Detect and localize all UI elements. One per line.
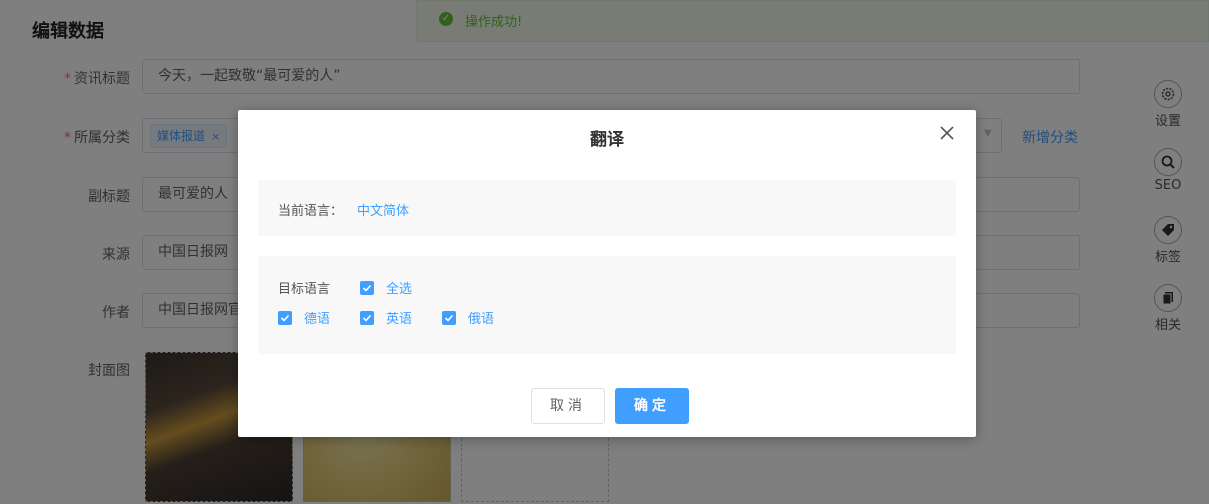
checkbox-label: 全选: [386, 282, 413, 297]
translate-dialog: 翻译 当前语言： 中文简体 目标语言 全选 德语 英语 俄语 取消 确定: [238, 110, 976, 437]
select-all-checkbox[interactable]: 全选: [360, 278, 412, 297]
target-language-panel: 目标语言 全选 德语 英语 俄语: [258, 256, 956, 354]
current-language-value: 中文简体: [357, 204, 410, 219]
checkbox-label: 德语: [304, 312, 331, 327]
checkbox-label: 英语: [386, 312, 413, 327]
checkbox-label: 俄语: [468, 312, 495, 327]
current-language-panel: 当前语言： 中文简体: [258, 180, 956, 236]
checkbox-checked-icon: [360, 310, 374, 325]
checkbox-checked-icon: [278, 310, 292, 325]
checkbox-checked-icon: [360, 280, 374, 295]
close-icon[interactable]: [938, 124, 956, 142]
language-checkbox-russian[interactable]: 俄语: [442, 308, 494, 327]
current-language-label: 当前语言：: [278, 204, 344, 219]
language-checkbox-german[interactable]: 德语: [278, 308, 330, 327]
cancel-button[interactable]: 取消: [531, 388, 605, 424]
language-checkbox-english[interactable]: 英语: [360, 308, 412, 327]
target-language-label: 目标语言: [278, 282, 331, 297]
confirm-button[interactable]: 确定: [615, 388, 689, 424]
checkbox-checked-icon: [442, 310, 456, 325]
dialog-title: 翻译: [590, 130, 624, 150]
